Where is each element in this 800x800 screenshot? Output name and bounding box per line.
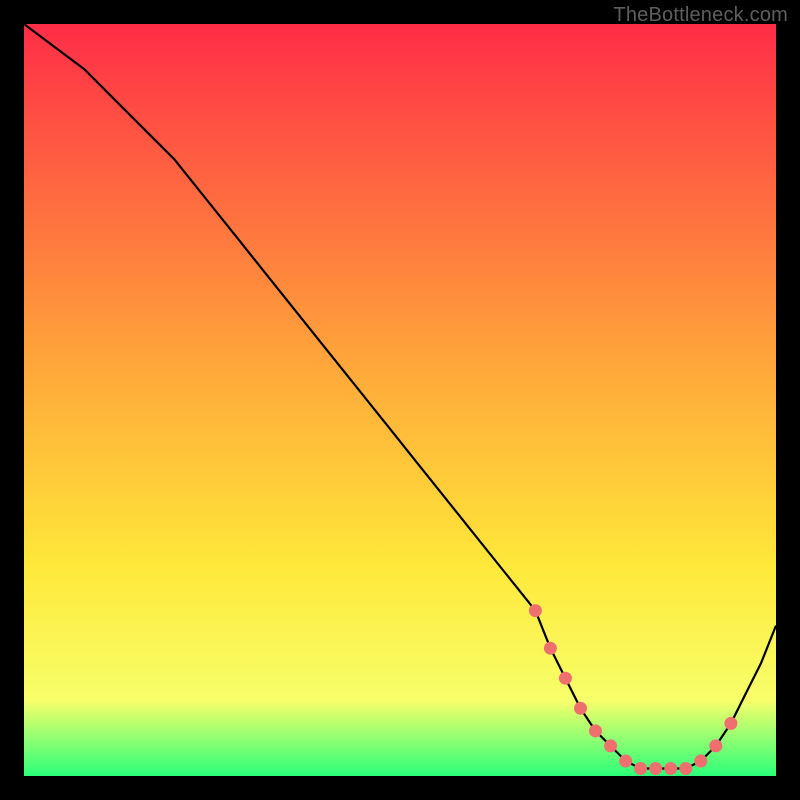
marker-dot bbox=[635, 763, 647, 775]
marker-dot bbox=[665, 763, 677, 775]
marker-dot bbox=[695, 755, 707, 767]
marker-dot bbox=[590, 725, 602, 737]
marker-dot bbox=[725, 717, 737, 729]
marker-dot bbox=[544, 642, 556, 654]
bottleneck-chart bbox=[0, 0, 800, 800]
marker-dot bbox=[529, 605, 541, 617]
marker-dot bbox=[605, 740, 617, 752]
marker-dot bbox=[680, 763, 692, 775]
marker-dot bbox=[650, 763, 662, 775]
chart-stage: TheBottleneck.com bbox=[0, 0, 800, 800]
marker-dot bbox=[559, 672, 571, 684]
marker-dot bbox=[575, 702, 587, 714]
plot-background bbox=[24, 24, 776, 776]
marker-dot bbox=[620, 755, 632, 767]
marker-dot bbox=[710, 740, 722, 752]
watermark-text: TheBottleneck.com bbox=[613, 4, 788, 27]
